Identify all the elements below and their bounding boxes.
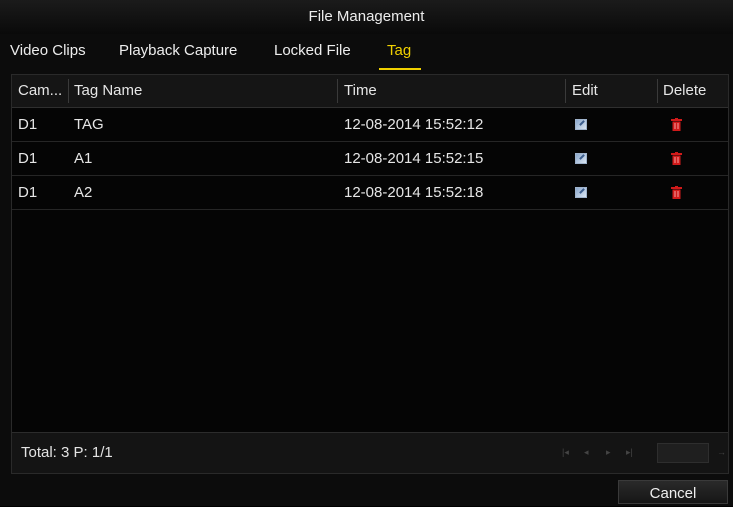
table-row[interactable]: D1 A1 12-08-2014 15:52:15 <box>12 142 728 176</box>
cell-time: 12-08-2014 15:52:18 <box>344 184 484 201</box>
cell-tag-name: A2 <box>74 184 93 201</box>
tab-video-clips[interactable]: Video Clips <box>10 42 86 59</box>
total-count-label: Total: 3 P: 1/1 <box>21 444 113 461</box>
first-page-icon[interactable]: |◂ <box>562 447 569 457</box>
column-divider[interactable] <box>565 79 566 103</box>
tab-tag[interactable]: Tag <box>387 42 411 59</box>
last-page-icon[interactable]: ▸| <box>626 447 633 457</box>
next-page-icon[interactable]: ▸ <box>606 447 611 457</box>
tab-locked-file[interactable]: Locked File <box>274 42 351 59</box>
column-header-camera[interactable]: Cam... <box>18 75 62 107</box>
column-divider[interactable] <box>657 79 658 103</box>
active-tab-indicator <box>379 68 421 70</box>
table-header: Cam... Tag Name Time Edit Delete <box>12 75 728 108</box>
column-divider[interactable] <box>68 79 69 103</box>
edit-icon[interactable] <box>575 119 587 130</box>
cell-time: 12-08-2014 15:52:15 <box>344 150 484 167</box>
cell-camera: D1 <box>18 184 38 201</box>
cell-tag-name: A1 <box>74 150 93 167</box>
go-icon[interactable]: → <box>717 447 726 457</box>
cell-tag-name: TAG <box>74 116 104 133</box>
tab-playback-capture[interactable]: Playback Capture <box>119 42 237 59</box>
column-header-delete[interactable]: Delete <box>663 75 706 107</box>
column-header-edit[interactable]: Edit <box>572 75 598 107</box>
list-footer: Total: 3 P: 1/1 |◂ ◂ ▸ ▸| → <box>12 432 728 473</box>
trash-icon[interactable] <box>671 186 682 199</box>
window-title: File Management <box>0 0 733 34</box>
tag-list-panel: Cam... Tag Name Time Edit Delete D1 TAG … <box>11 74 729 474</box>
cell-time: 12-08-2014 15:52:12 <box>344 116 484 133</box>
column-header-tag-name[interactable]: Tag Name <box>74 75 142 107</box>
column-divider[interactable] <box>337 79 338 103</box>
table-row[interactable]: D1 TAG 12-08-2014 15:52:12 <box>12 108 728 142</box>
trash-icon[interactable] <box>671 118 682 131</box>
page-number-input[interactable] <box>657 443 709 463</box>
file-management-window: File Management Video Clips Playback Cap… <box>0 0 733 506</box>
cancel-button[interactable]: Cancel <box>618 480 728 504</box>
table-row[interactable]: D1 A2 12-08-2014 15:52:18 <box>12 176 728 210</box>
cell-camera: D1 <box>18 150 38 167</box>
column-header-time[interactable]: Time <box>344 75 377 107</box>
edit-icon[interactable] <box>575 187 587 198</box>
tab-bar: Video Clips Playback Capture Locked File… <box>0 38 733 70</box>
cell-camera: D1 <box>18 116 38 133</box>
prev-page-icon[interactable]: ◂ <box>584 447 589 457</box>
edit-icon[interactable] <box>575 153 587 164</box>
trash-icon[interactable] <box>671 152 682 165</box>
